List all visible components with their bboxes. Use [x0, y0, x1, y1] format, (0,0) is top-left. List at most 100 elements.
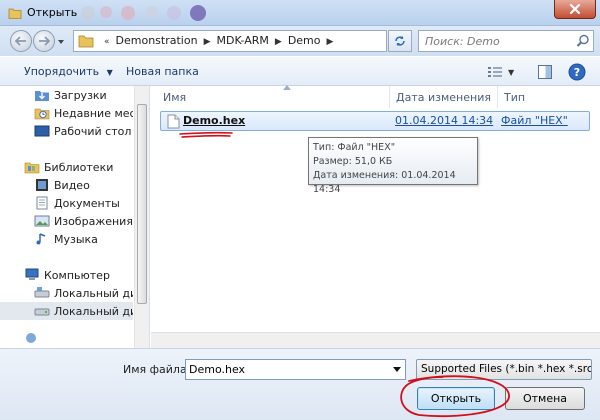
sidebar-item-libraries[interactable]: Библиотеки [0, 158, 133, 176]
column-header-label: Дата изменения [396, 90, 491, 104]
chevron-double-icon: « [104, 37, 110, 47]
tooltip-size: Размер: 51,0 КБ [313, 156, 393, 167]
folder-icon [8, 8, 22, 19]
navigation-pane: Загрузки Недавние места Рабочий стол Биб… [0, 86, 150, 348]
sidebar-item-local-disk-selected[interactable]: Локальный диск [0, 302, 133, 320]
sort-ascending-icon [283, 85, 291, 90]
drive-icon [34, 308, 50, 316]
network-icon [26, 333, 36, 343]
chevron-right-icon[interactable]: ▶ [327, 37, 334, 47]
sidebar-scrollbar[interactable] [134, 86, 149, 348]
file-date: 01.04.2014 14:34 [395, 114, 494, 127]
sidebar-item-pictures[interactable]: Изображения [0, 212, 133, 230]
sidebar-item-downloads[interactable]: Загрузки [0, 86, 133, 104]
table-row[interactable]: Demo.hex 01.04.2014 14:34 Файл "HEX" [160, 111, 590, 131]
column-header-name[interactable]: Имя [163, 85, 389, 108]
sidebar-item-label: Локальный диск [54, 286, 133, 300]
sidebar-item-computer[interactable]: Компьютер [0, 266, 133, 284]
file-list-scrollbar[interactable] [151, 332, 600, 348]
file-list: Имя Дата изменения Тип Demo.hex 01.04.20… [151, 85, 600, 348]
computer-icon [25, 268, 39, 280]
chevron-down-icon: ▼ [106, 68, 113, 77]
sidebar-item-label: Компьютер [44, 268, 110, 282]
chevron-down-icon [393, 367, 401, 372]
sidebar-item-label: Библиотеки [44, 160, 114, 174]
sidebar-item-video[interactable]: Видео [0, 176, 133, 194]
close-icon [569, 4, 581, 14]
sidebar-item-label: Видео [54, 178, 90, 192]
red-circle-annotation [400, 375, 510, 418]
column-header-date[interactable]: Дата изменения [389, 86, 497, 108]
breadcrumb-item-mdk-arm[interactable]: MDK-ARM [216, 34, 268, 47]
search-input[interactable] [425, 34, 570, 49]
breadcrumb: « Demonstration ▶ MDK-ARM ▶ Demo ▶ [98, 34, 339, 47]
navigation-bar: « Demonstration ▶ MDK-ARM ▶ Demo ▶ [0, 26, 600, 56]
back-button[interactable] [10, 30, 32, 52]
documents-icon [36, 196, 48, 210]
title-bar-decoration [81, 5, 206, 21]
breadcrumb-item-demo[interactable]: Demo [288, 34, 321, 47]
column-header-type[interactable]: Тип [497, 86, 597, 108]
column-header-label: Тип [504, 90, 526, 104]
red-underline-annotation [179, 131, 233, 138]
chevron-right-icon[interactable]: ▶ [275, 37, 282, 47]
filename-combobox[interactable] [185, 359, 406, 380]
video-icon [36, 179, 48, 191]
window-title: Открыть [27, 6, 78, 19]
chevron-down-icon: ▼ [508, 67, 515, 77]
sidebar-item-label: Рабочий стол [54, 124, 132, 138]
title-bar: Открыть [0, 0, 600, 26]
sidebar-item-label: Локальный диск [54, 304, 133, 318]
sidebar-item-music[interactable]: Музыка [0, 230, 133, 248]
sidebar-item-recent-places[interactable]: Недавние места [0, 104, 133, 122]
downloads-icon [35, 91, 49, 101]
view-list-icon [488, 66, 502, 77]
pictures-icon [34, 215, 50, 227]
file-name: Demo.hex [183, 114, 246, 127]
folder-icon [78, 35, 94, 48]
svg-text:?: ? [574, 66, 580, 79]
drive-icon [34, 287, 50, 298]
libraries-icon [24, 162, 40, 174]
breadcrumb-item-demonstration[interactable]: Demonstration [116, 34, 198, 47]
arrow-left-icon [15, 36, 26, 46]
sidebar-item-documents[interactable]: Документы [0, 194, 133, 212]
toolbar: Упорядочить ▼ Новая папка ▼ ? [0, 56, 600, 86]
file-tooltip: Тип: Файл "HEX" Размер: 51,0 КБ Дата изм… [308, 137, 478, 195]
filename-label: Имя файла: [123, 363, 191, 376]
sidebar-item-label: Музыка [54, 232, 98, 246]
sidebar-item-label: Документы [54, 196, 120, 210]
recent-locations-dropdown[interactable] [57, 38, 65, 46]
organize-label: Упорядочить [24, 65, 100, 78]
tooltip-date: Дата изменения: 01.04.2014 14:34 [313, 170, 456, 195]
search-box[interactable] [418, 30, 594, 52]
help-icon[interactable]: ? [568, 63, 586, 81]
search-icon[interactable] [576, 34, 590, 48]
sidebar-item-label: Изображения [54, 214, 133, 228]
arrow-right-icon [39, 36, 50, 46]
forward-button[interactable] [33, 30, 55, 52]
filename-input[interactable] [189, 362, 384, 377]
sidebar-item-desktop[interactable]: Рабочий стол [0, 122, 133, 140]
cancel-button[interactable]: Отмена [505, 387, 585, 410]
dialog-footer: Имя файла: Supported Files (*.bin *.hex … [0, 348, 600, 420]
change-view-button[interactable]: ▼ [487, 64, 523, 80]
sidebar-scrollbar-thumb[interactable] [137, 104, 147, 304]
column-header-label: Имя [163, 90, 187, 104]
music-icon [36, 233, 46, 245]
close-button[interactable] [554, 0, 596, 19]
file-type: Файл "HEX" [501, 114, 568, 127]
sidebar-item-local-disk[interactable]: Локальный диск [0, 284, 133, 302]
sidebar-item-label: Загрузки [54, 88, 107, 102]
address-bar[interactable]: « Demonstration ▶ MDK-ARM ▶ Demo ▶ [73, 30, 453, 52]
tooltip-type: Тип: Файл "HEX" [313, 142, 396, 153]
chevron-right-icon[interactable]: ▶ [204, 37, 211, 47]
organize-menu-button[interactable]: Упорядочить ▼ [24, 65, 113, 78]
refresh-icon [395, 36, 405, 46]
recent-places-icon [34, 108, 50, 120]
desktop-icon [34, 125, 50, 137]
new-folder-button[interactable]: Новая папка [126, 65, 199, 78]
preview-pane-icon[interactable] [537, 64, 553, 80]
refresh-button[interactable] [388, 30, 412, 52]
sidebar-item-label: Недавние места [54, 106, 133, 120]
